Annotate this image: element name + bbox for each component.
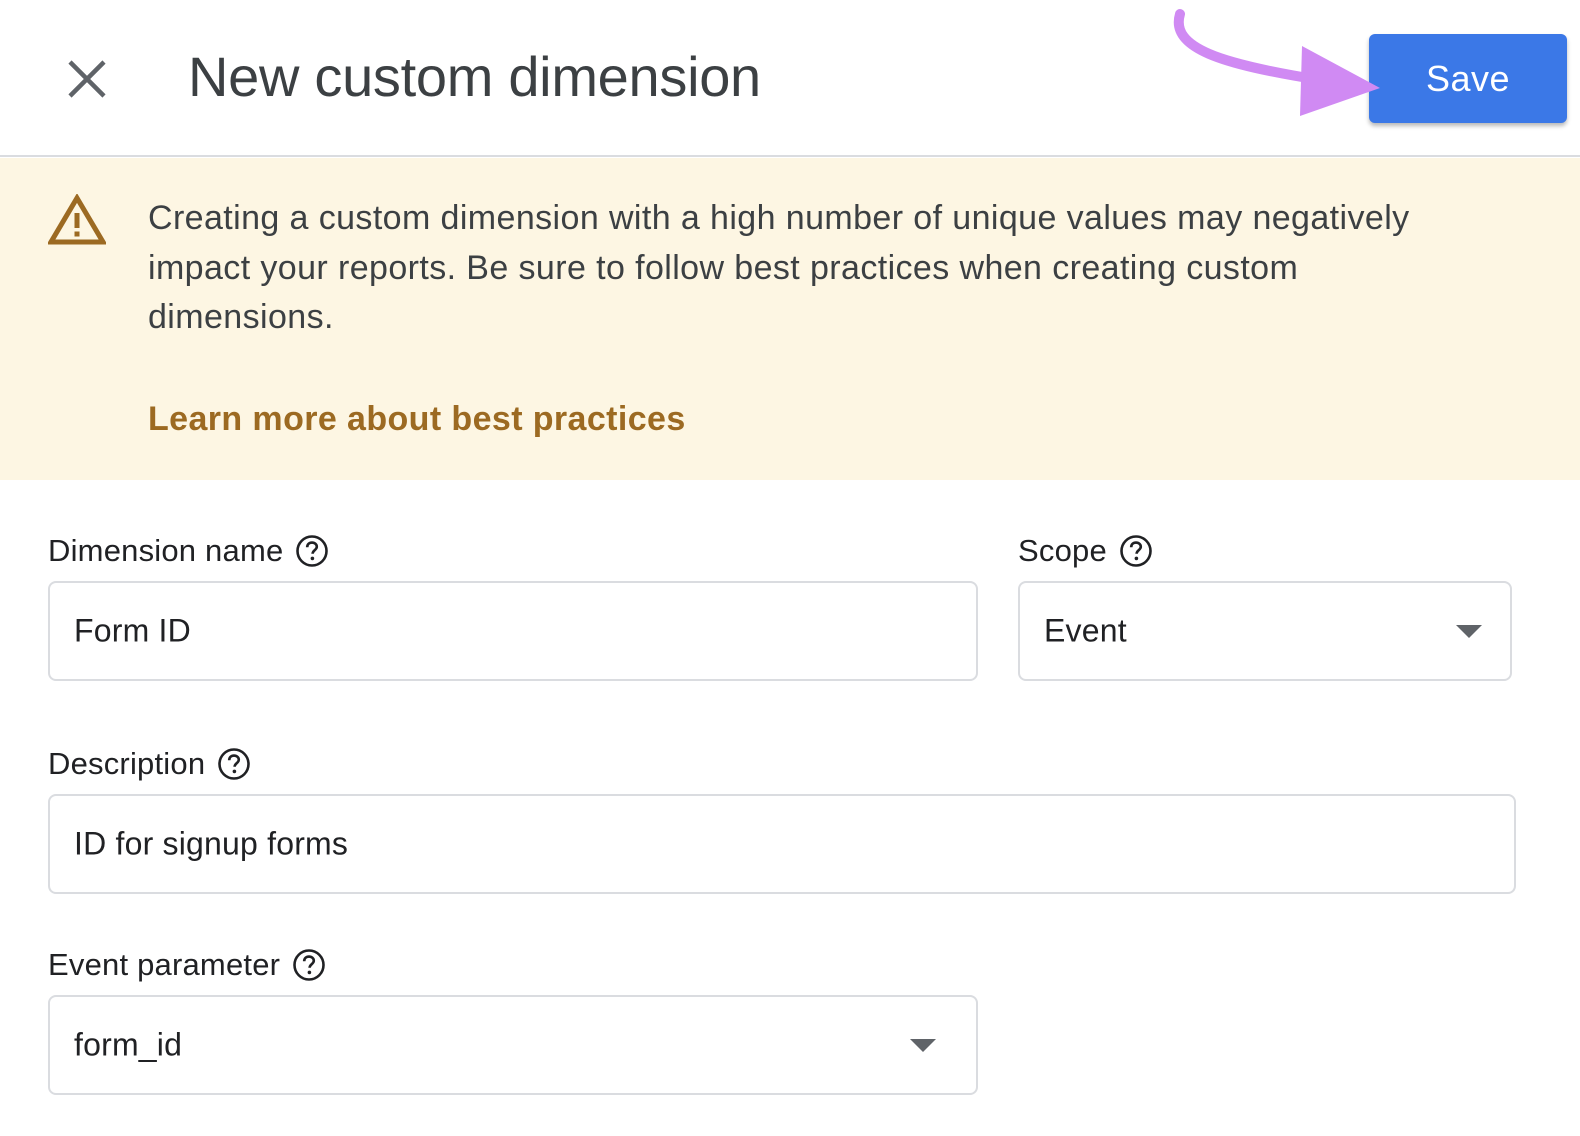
warning-message: Creating a custom dimension with a high …: [148, 199, 1410, 336]
event-parameter-label-text: Event parameter: [48, 947, 281, 982]
dimension-name-label-text: Dimension name: [48, 533, 284, 568]
help-icon[interactable]: [1119, 534, 1153, 568]
learn-more-link[interactable]: Learn more about best practices: [148, 400, 686, 439]
description-label-text: Description: [48, 746, 206, 781]
scope-label-text: Scope: [1018, 533, 1107, 568]
scope-select[interactable]: Event: [1018, 581, 1512, 681]
chevron-down-icon: [1456, 625, 1482, 638]
description-label: Description: [48, 746, 251, 782]
warning-banner: Creating a custom dimension with a high …: [0, 158, 1580, 480]
scope-value: Event: [1044, 612, 1127, 649]
description-field[interactable]: ID for signup forms: [48, 794, 1516, 894]
description-value: ID for signup forms: [74, 825, 349, 862]
chevron-down-icon: [910, 1039, 936, 1052]
help-icon[interactable]: [217, 747, 251, 781]
help-icon[interactable]: [295, 534, 329, 568]
close-icon[interactable]: [62, 54, 112, 104]
scope-label: Scope: [1018, 533, 1153, 569]
help-icon[interactable]: [292, 948, 326, 982]
event-parameter-value: form_id: [74, 1026, 183, 1063]
event-parameter-select[interactable]: form_id: [48, 995, 978, 1095]
event-parameter-label: Event parameter: [48, 947, 326, 983]
dialog-header: New custom dimension Save: [0, 0, 1580, 157]
save-button[interactable]: Save: [1369, 34, 1567, 123]
dimension-name-field[interactable]: Form ID: [48, 581, 978, 681]
dimension-name-value: Form ID: [74, 612, 191, 649]
dimension-name-label: Dimension name: [48, 533, 329, 569]
warning-icon: [48, 194, 106, 245]
page-title: New custom dimension: [188, 45, 761, 108]
annotation-arrow-icon: [1173, 9, 1380, 116]
